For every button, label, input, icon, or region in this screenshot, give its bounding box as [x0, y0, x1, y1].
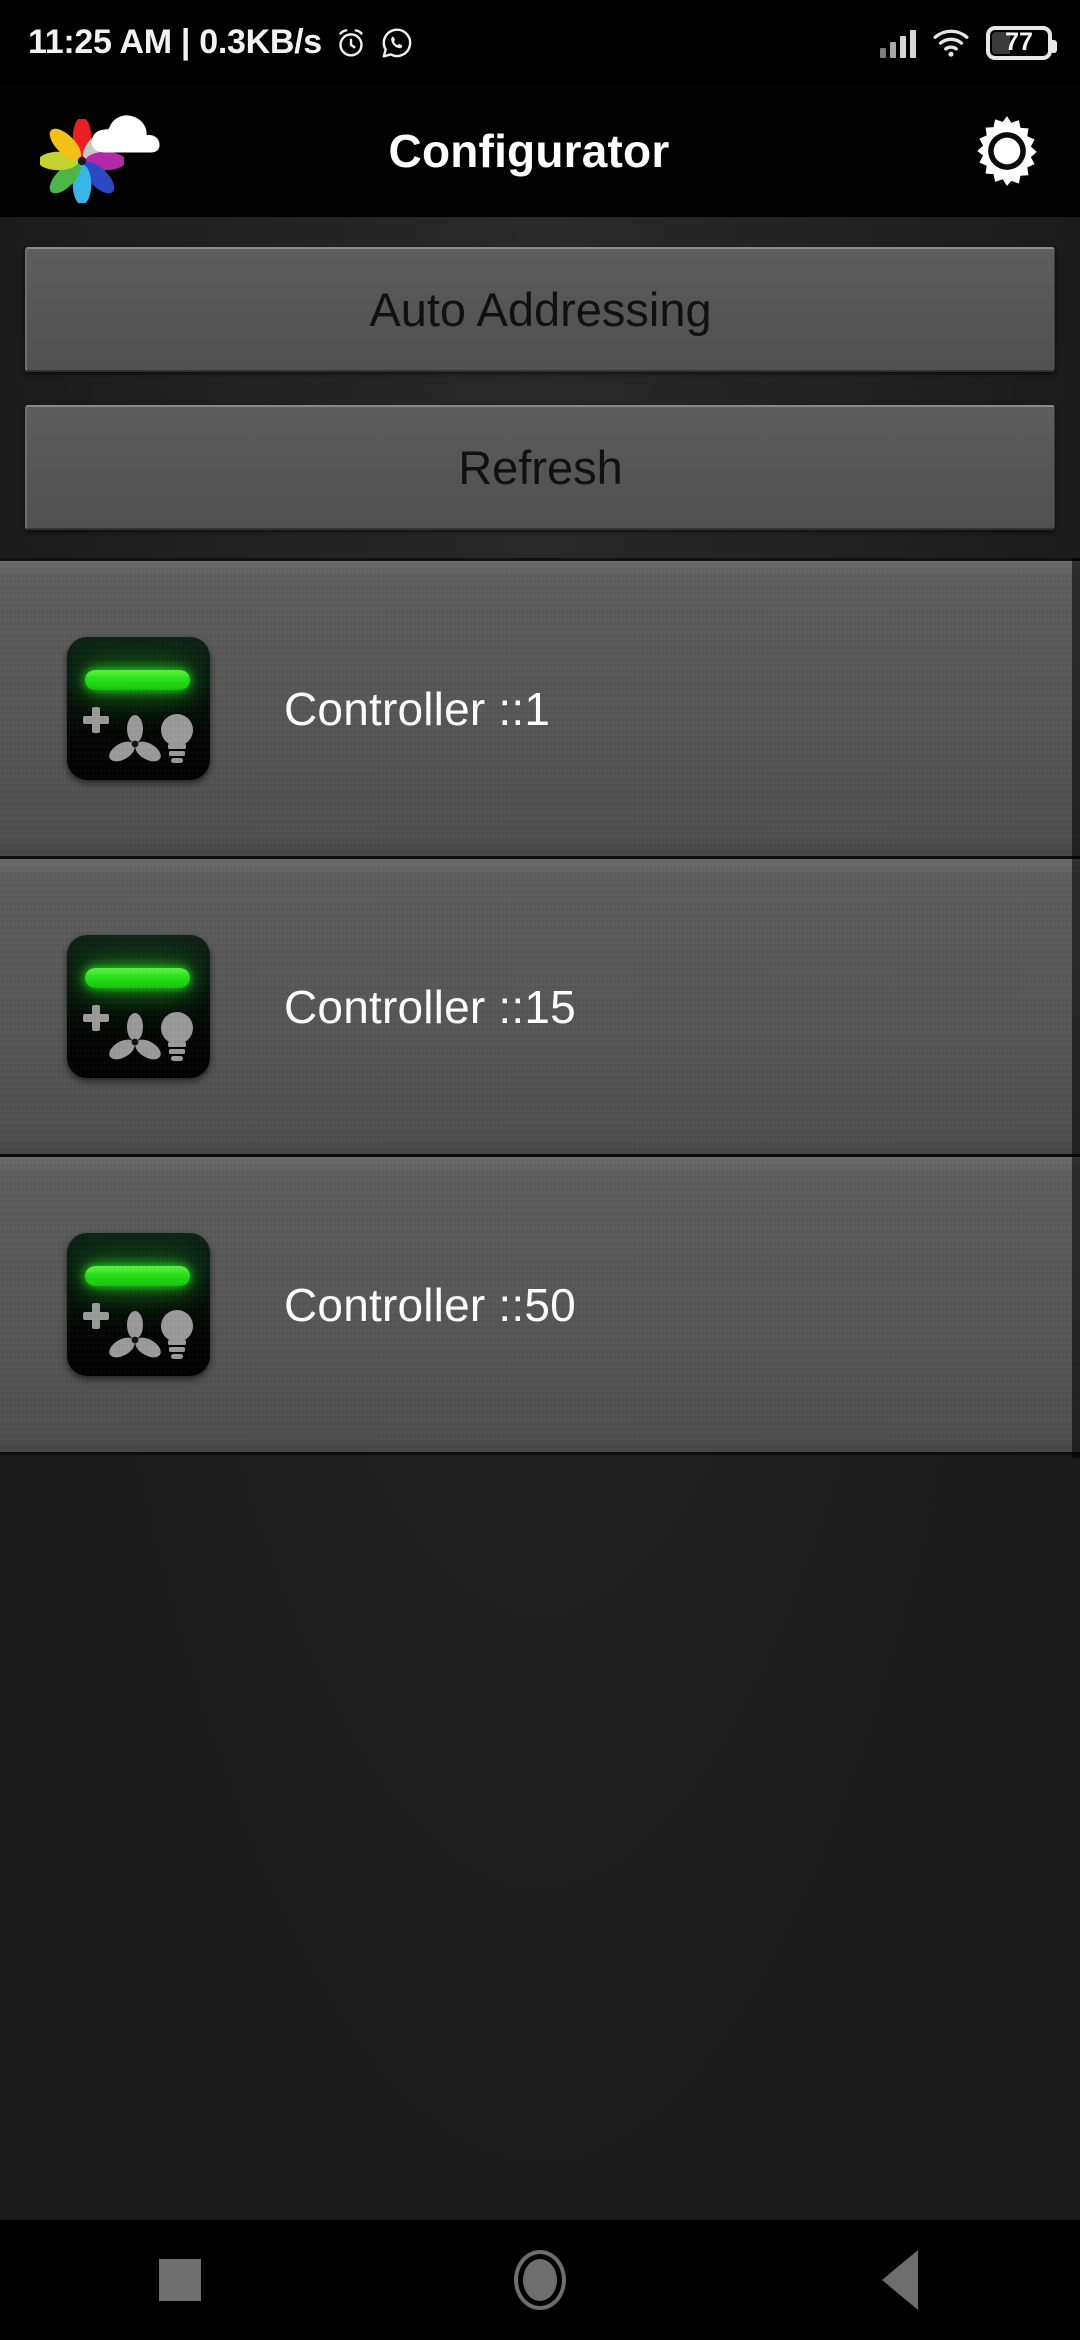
app-bar: Configurator [0, 85, 1080, 217]
status-led-indicator [85, 1266, 190, 1286]
main-content: Auto Addressing Refresh Controller ::1 C… [0, 217, 1080, 2220]
controller-device-icon [67, 1233, 210, 1376]
refresh-button[interactable]: Refresh [25, 405, 1055, 530]
gear-icon [977, 116, 1037, 186]
fan-bulb-plus-glyphs [83, 1303, 193, 1359]
battery-indicator: 77 [986, 25, 1057, 60]
recents-button[interactable] [90, 2220, 270, 2340]
cloud-icon [91, 115, 160, 153]
controller-device-icon [67, 935, 210, 1078]
fan-bulb-plus-glyphs [83, 707, 193, 763]
status-led-indicator [85, 968, 190, 988]
wifi-icon [933, 29, 969, 57]
back-button[interactable] [810, 2220, 990, 2340]
phone-screen: 11:25 AM | 0.3KB/s 77 Configurator Auto … [0, 0, 1080, 2340]
settings-button[interactable] [952, 96, 1062, 206]
status-time-and-network-speed: 11:25 AM | 0.3KB/s [28, 23, 322, 61]
action-button-area: Auto Addressing Refresh [0, 217, 1080, 530]
controller-device-icon [67, 637, 210, 780]
fan-bulb-plus-glyphs [83, 1005, 193, 1061]
flower-cloud-logo-icon [26, 101, 160, 203]
auto-addressing-button[interactable]: Auto Addressing [25, 247, 1055, 372]
status-bar-right: 77 [880, 25, 1057, 60]
home-button[interactable] [450, 2220, 630, 2340]
cellular-signal-icon [880, 28, 916, 58]
whatsapp-icon [382, 27, 412, 58]
controller-list-item[interactable]: Controller ::50 [0, 1157, 1080, 1455]
controller-list-item[interactable]: Controller ::15 [0, 859, 1080, 1157]
controller-list-item[interactable]: Controller ::1 [0, 561, 1080, 859]
alarm-clock-icon [339, 28, 363, 57]
battery-percent-label: 77 [1005, 28, 1033, 56]
triangle-back-icon [882, 2250, 918, 2310]
status-bar-left: 11:25 AM | 0.3KB/s [28, 23, 880, 62]
controller-name-label: Controller ::15 [284, 980, 576, 1033]
controller-list: Controller ::1 Controller ::15 Controlle… [0, 558, 1080, 1455]
controller-name-label: Controller ::1 [284, 682, 551, 735]
square-recents-icon [159, 2259, 201, 2301]
android-navigation-bar [0, 2220, 1080, 2340]
status-led-indicator [85, 670, 190, 690]
page-title: Configurator [388, 125, 670, 177]
circle-home-icon [514, 2250, 566, 2310]
controller-name-label: Controller ::50 [284, 1278, 576, 1331]
status-bar: 11:25 AM | 0.3KB/s 77 [0, 0, 1080, 85]
